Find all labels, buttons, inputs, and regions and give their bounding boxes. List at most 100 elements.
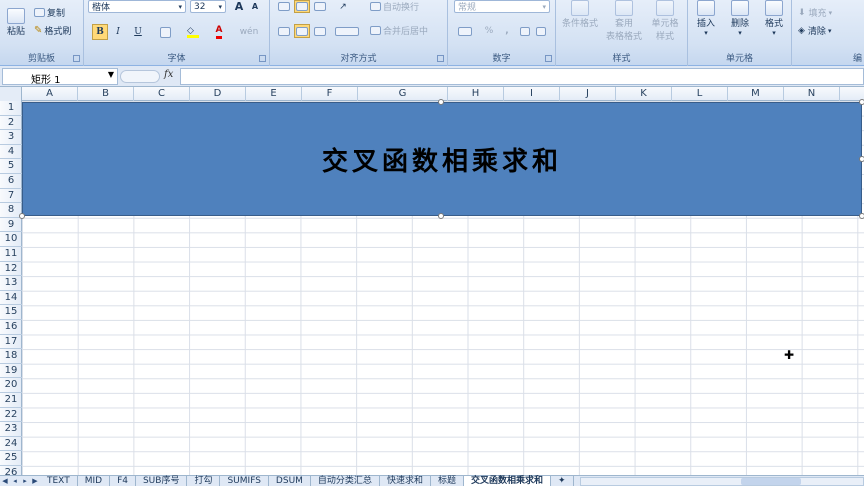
column-header[interactable]: H [448,87,504,101]
font-name-select[interactable]: 楷体 ▾ [88,0,186,13]
sheet-tab[interactable]: 快速求和 [380,476,431,486]
row-header[interactable]: 5 [0,159,22,174]
resize-handle-bottom-right[interactable] [859,213,864,219]
font-launcher-icon[interactable] [259,55,266,62]
column-header[interactable]: C [134,87,190,101]
increase-decimal-button[interactable] [518,24,532,38]
borders-button[interactable] [154,24,176,40]
format-button[interactable]: 格式 ▾ [758,0,790,44]
currency-button[interactable] [454,24,476,38]
cell-styles-button[interactable]: 单元格 样式 [644,0,686,44]
format-as-table-button[interactable]: 套用 表格格式 [602,0,646,44]
next-sheet-icon[interactable]: ▸ [20,477,30,485]
indent-button[interactable] [332,24,362,38]
name-box[interactable]: 矩形 1 ▼ [2,68,118,86]
row-header[interactable]: 17 [0,335,22,350]
column-header[interactable]: M [728,87,784,101]
row-header[interactable]: 20 [0,378,22,393]
merge-center-button[interactable]: 合并后居中 [370,24,428,37]
horizontal-scrollbar[interactable] [579,476,864,486]
font-size-select[interactable]: 32 ▾ [190,0,226,13]
scrollbar-thumb[interactable] [740,477,801,485]
conditional-format-button[interactable]: 条件格式 [558,0,602,44]
sheet-tab[interactable]: F4 [110,476,136,486]
row-header[interactable]: 6 [0,174,22,189]
row-header[interactable]: 23 [0,422,22,437]
row-header[interactable]: 16 [0,320,22,335]
row-header[interactable]: 13 [0,276,22,291]
column-header[interactable]: B [78,87,134,101]
row-header[interactable]: 25 [0,451,22,466]
decrease-decimal-button[interactable] [534,24,548,38]
column-header[interactable]: F [302,87,358,101]
prev-sheet-icon[interactable]: ◂ [10,477,20,485]
row-header[interactable]: 19 [0,364,22,379]
insert-function-button[interactable]: fx [164,69,173,80]
fill-color-button[interactable]: ◇ [182,24,204,40]
column-header[interactable]: D [190,87,246,101]
column-header[interactable]: E [246,87,302,101]
sheet-tab[interactable]: SUB序号 [136,476,188,486]
sheet-tab[interactable]: 标题 [431,476,464,486]
formula-buttons[interactable] [120,70,160,83]
font-color-button[interactable]: A [208,24,230,40]
delete-button[interactable]: 删除 ▾ [724,0,756,44]
formula-input[interactable] [180,68,864,85]
sheet-tab[interactable]: 自动分类汇总 [311,476,380,486]
wrap-text-button[interactable]: 自动换行 [370,0,419,13]
sheet-tab[interactable]: TEXT [40,476,78,486]
bold-button[interactable]: B [92,24,108,40]
column-header[interactable]: N [784,87,840,101]
row-header[interactable]: 1 [0,101,22,116]
orientation-button[interactable]: ↗ [332,0,354,13]
title-rectangle-shape[interactable]: 交叉函数相乘求和 [22,102,862,216]
sheet-tab[interactable]: 交叉函数相乘求和 [463,476,551,486]
resize-handle-bottom[interactable] [438,213,444,219]
sheet-tab[interactable]: MID [78,476,111,486]
sheet-tab[interactable]: 打勾 [187,476,221,486]
align-top-button[interactable] [276,0,292,13]
align-bottom-button[interactable] [312,0,328,13]
copy-button[interactable]: 复制 [34,6,65,19]
column-header[interactable]: J [560,87,616,101]
align-center-button[interactable] [294,24,310,38]
alignment-launcher-icon[interactable] [437,55,444,62]
last-sheet-icon[interactable]: ▶ [30,477,40,485]
clipboard-launcher-icon[interactable] [73,55,80,62]
row-header[interactable]: 14 [0,291,22,306]
column-header[interactable]: G [358,87,448,101]
shrink-font-button[interactable]: A [248,0,262,13]
grow-font-button[interactable]: A [232,0,246,13]
row-header[interactable]: 18 [0,349,22,364]
chevron-down-icon[interactable]: ▼ [108,70,114,79]
clear-button[interactable]: ◈ 清除 ▾ [798,24,831,38]
row-header[interactable]: 24 [0,437,22,452]
resize-handle-top[interactable] [438,99,444,105]
align-middle-button[interactable] [294,0,310,13]
resize-handle-bottom-left[interactable] [19,213,25,219]
format-painter-button[interactable]: ✎ 格式刷 [34,24,71,37]
italic-button[interactable]: I [110,24,126,40]
phonetic-button[interactable]: wén [236,24,262,40]
sheet-tab[interactable]: SUMIFS [220,476,269,486]
insert-button[interactable]: 插入 ▾ [690,0,722,44]
first-sheet-icon[interactable]: ◀ [0,477,10,485]
row-header[interactable]: 9 [0,218,22,233]
select-all-corner[interactable] [0,87,22,101]
comma-button[interactable]: , [500,24,514,38]
row-header[interactable]: 12 [0,262,22,277]
row-header[interactable]: 2 [0,116,22,131]
paste-button[interactable]: 粘贴 [2,2,30,42]
insert-sheet-icon[interactable]: ✦ [551,476,574,486]
column-header[interactable]: A [22,87,78,101]
row-header[interactable]: 15 [0,305,22,320]
row-header[interactable]: 21 [0,393,22,408]
number-launcher-icon[interactable] [545,55,552,62]
column-header[interactable]: I [504,87,560,101]
row-header[interactable]: 4 [0,145,22,160]
sheet-tab[interactable]: DSUM [269,476,311,486]
fill-button[interactable]: ⬇ 填充 ▾ [798,6,832,20]
resize-handle-right[interactable] [859,156,864,162]
row-header[interactable]: 3 [0,130,22,145]
column-header[interactable]: L [672,87,728,101]
